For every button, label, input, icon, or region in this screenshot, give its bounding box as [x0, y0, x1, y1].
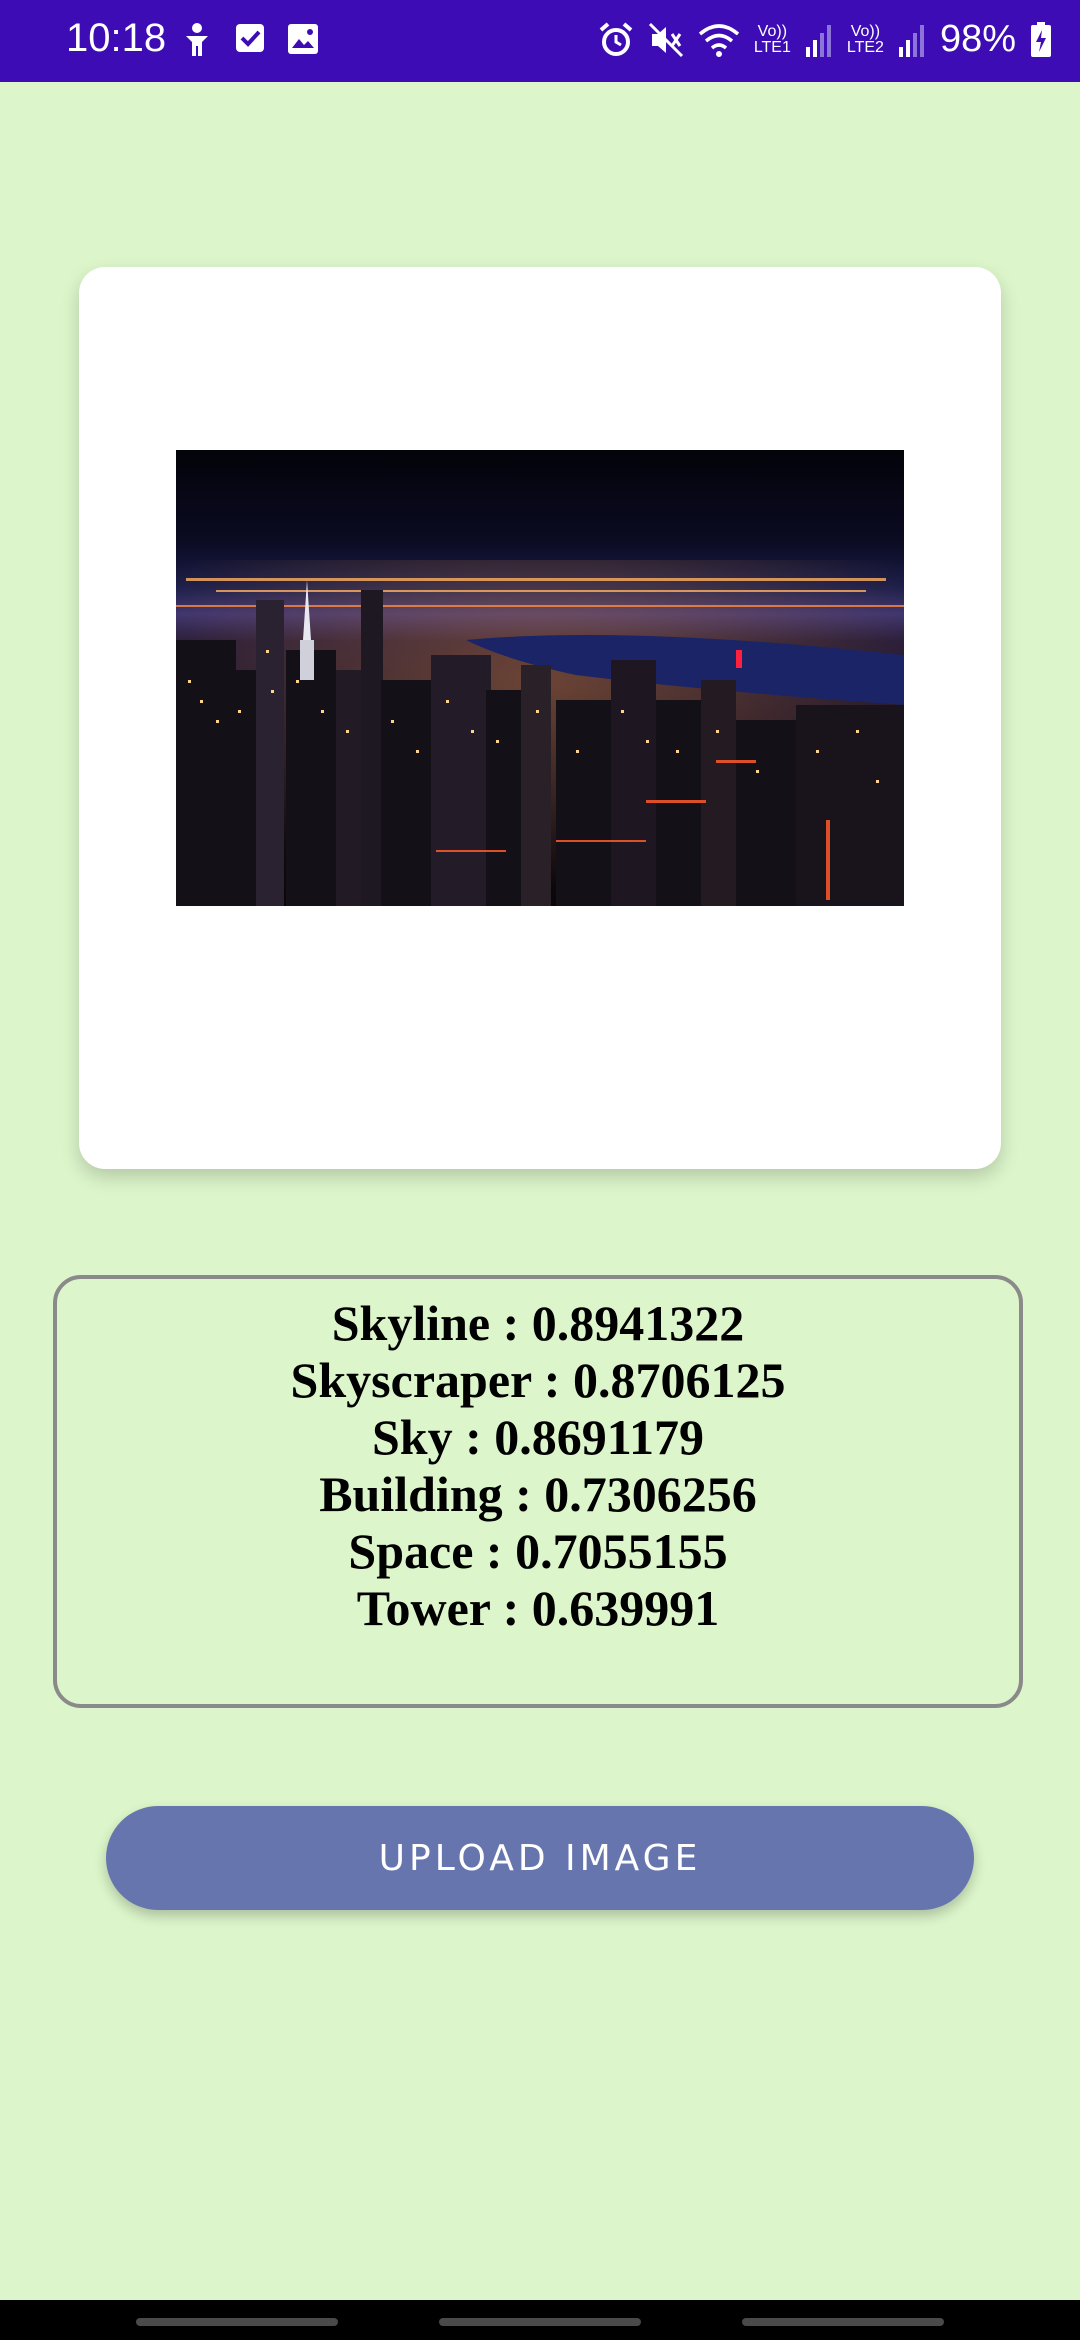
- wifi-icon: [698, 22, 740, 58]
- accessibility-icon: [180, 22, 214, 58]
- result-line: Sky : 0.8691179: [371, 1409, 704, 1465]
- result-line: Building : 0.7306256: [319, 1466, 757, 1522]
- battery-charging-icon: [1030, 21, 1052, 58]
- nav-handle[interactable]: [742, 2318, 944, 2326]
- result-line: Skyscraper : 0.8706125: [290, 1352, 786, 1408]
- result-line: Space : 0.7055155: [348, 1523, 728, 1579]
- status-bar: 10:18 Vo)) LTE1 Vo)) LTE2 98%: [0, 0, 1080, 82]
- results-box: Skyline : 0.8941322 Skyscraper : 0.87061…: [53, 1275, 1023, 1708]
- image-card: [79, 267, 1001, 1169]
- lte2-indicator: Vo)) LTE2: [846, 22, 884, 56]
- signal-icon: [805, 23, 833, 57]
- signal-icon: [898, 23, 926, 57]
- status-time: 10:18: [66, 16, 167, 60]
- lte1-indicator: Vo)) LTE1: [753, 22, 791, 56]
- alarm-icon: [598, 21, 634, 58]
- upload-image-button[interactable]: UPLOAD IMAGE: [106, 1806, 974, 1910]
- result-line: Tower : 0.639991: [356, 1580, 720, 1636]
- battery-percent: 98%: [939, 18, 1016, 60]
- nav-handle[interactable]: [439, 2318, 641, 2326]
- result-line: Skyline : 0.8941322: [331, 1295, 745, 1351]
- city-skyline-photo: [176, 450, 904, 906]
- check-square-icon: [234, 22, 266, 58]
- image-icon: [286, 22, 320, 58]
- nav-handle[interactable]: [136, 2318, 338, 2326]
- mute-icon: [648, 22, 684, 58]
- navigation-bar: [0, 2300, 1080, 2340]
